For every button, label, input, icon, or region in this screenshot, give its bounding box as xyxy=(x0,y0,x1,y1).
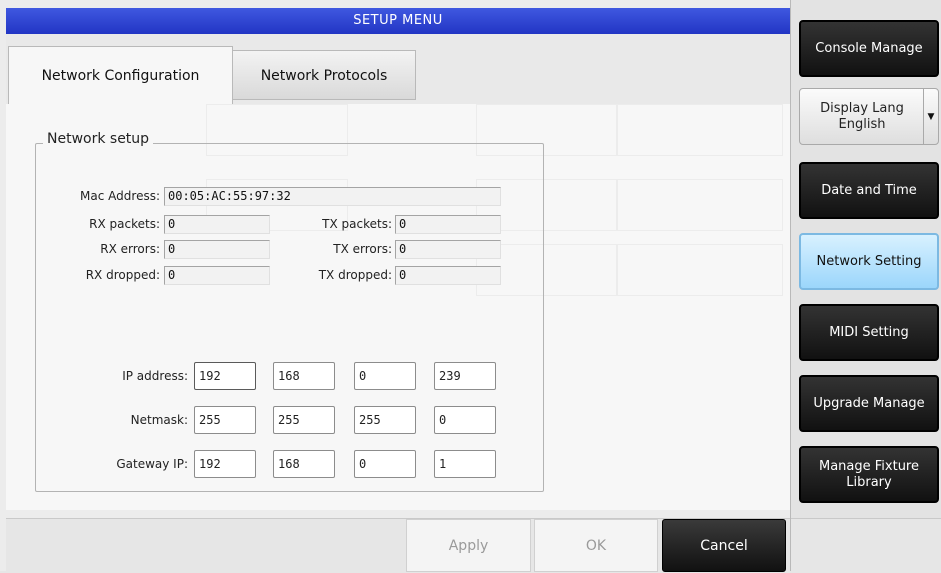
manage-fixture-line2: Library xyxy=(846,474,892,490)
ip-address-octet-1[interactable]: 192 xyxy=(194,362,256,390)
rx-packets-label: RX packets: xyxy=(89,217,160,231)
display-language-value: English xyxy=(838,116,886,132)
tx-dropped-label: TX dropped: xyxy=(318,268,392,282)
tx-errors-field: 0 xyxy=(395,240,501,259)
mac-address-label: Mac Address: xyxy=(80,189,160,203)
rx-dropped-field: 0 xyxy=(164,266,270,285)
rx-errors-field: 0 xyxy=(164,240,270,259)
tx-packets-label: TX packets: xyxy=(322,217,392,231)
setup-window: SETUP MENU Network Configuration Network… xyxy=(0,0,790,572)
background-cell xyxy=(616,179,783,231)
sidebar: Console Manage Display Lang English ▼ Da… xyxy=(790,0,941,572)
netmask-label: Netmask: xyxy=(130,413,188,427)
sidebar-upgrade-manage-button[interactable]: Upgrade Manage xyxy=(799,375,939,432)
network-configuration-panel: Network setup Mac Address: 00:05:AC:55:9… xyxy=(6,104,790,510)
sidebar-footer xyxy=(791,518,941,572)
mac-address-field: 00:05:AC:55:97:32 xyxy=(164,187,501,206)
netmask-octet-2[interactable]: 255 xyxy=(273,406,335,434)
ip-address-label: IP address: xyxy=(122,369,188,383)
rx-errors-label: RX errors: xyxy=(100,242,160,256)
rx-packets-field: 0 xyxy=(164,215,270,234)
sidebar-midi-setting-button[interactable]: MIDI Setting xyxy=(799,304,939,361)
rx-dropped-label: RX dropped: xyxy=(85,268,160,282)
background-cell xyxy=(616,244,783,296)
sidebar-console-manage-button[interactable]: Console Manage xyxy=(799,20,939,77)
background-cell xyxy=(616,104,783,156)
display-language-dropdown[interactable]: Display Lang English ▼ xyxy=(799,88,939,145)
tx-dropped-field: 0 xyxy=(395,266,501,285)
gateway-ip-octet-1[interactable]: 192 xyxy=(194,450,256,478)
sidebar-date-time-button[interactable]: Date and Time xyxy=(799,162,939,219)
apply-button[interactable]: Apply xyxy=(406,519,531,572)
manage-fixture-line1: Manage Fixture xyxy=(818,458,919,474)
ip-address-octet-3[interactable]: 0 xyxy=(354,362,416,390)
ip-address-octet-2[interactable]: 168 xyxy=(273,362,335,390)
cancel-button[interactable]: Cancel xyxy=(662,519,786,572)
sidebar-network-setting-button[interactable]: Network Setting xyxy=(799,233,939,290)
gateway-ip-label: Gateway IP: xyxy=(116,457,188,471)
tab-bar: Network Configuration Network Protocols xyxy=(6,34,790,105)
ip-address-octet-4[interactable]: 239 xyxy=(434,362,496,390)
tab-network-protocols[interactable]: Network Protocols xyxy=(232,50,416,100)
gateway-ip-octet-4[interactable]: 1 xyxy=(434,450,496,478)
gateway-ip-octet-2[interactable]: 168 xyxy=(273,450,335,478)
sidebar-manage-fixture-library-button[interactable]: Manage Fixture Library xyxy=(799,446,939,503)
tx-packets-field: 0 xyxy=(395,215,501,234)
ok-button[interactable]: OK xyxy=(534,519,658,572)
dialog-button-bar: Apply OK Cancel xyxy=(6,518,790,572)
tx-errors-label: TX errors: xyxy=(333,242,392,256)
netmask-octet-4[interactable]: 0 xyxy=(434,406,496,434)
netmask-octet-1[interactable]: 255 xyxy=(194,406,256,434)
chevron-down-icon: ▼ xyxy=(923,89,938,144)
network-setup-legend: Network setup xyxy=(43,131,154,147)
netmask-octet-3[interactable]: 255 xyxy=(354,406,416,434)
tab-network-configuration[interactable]: Network Configuration xyxy=(8,46,233,104)
window-title: SETUP MENU xyxy=(6,8,790,34)
display-language-label: Display Lang xyxy=(820,100,904,116)
gateway-ip-octet-3[interactable]: 0 xyxy=(354,450,416,478)
